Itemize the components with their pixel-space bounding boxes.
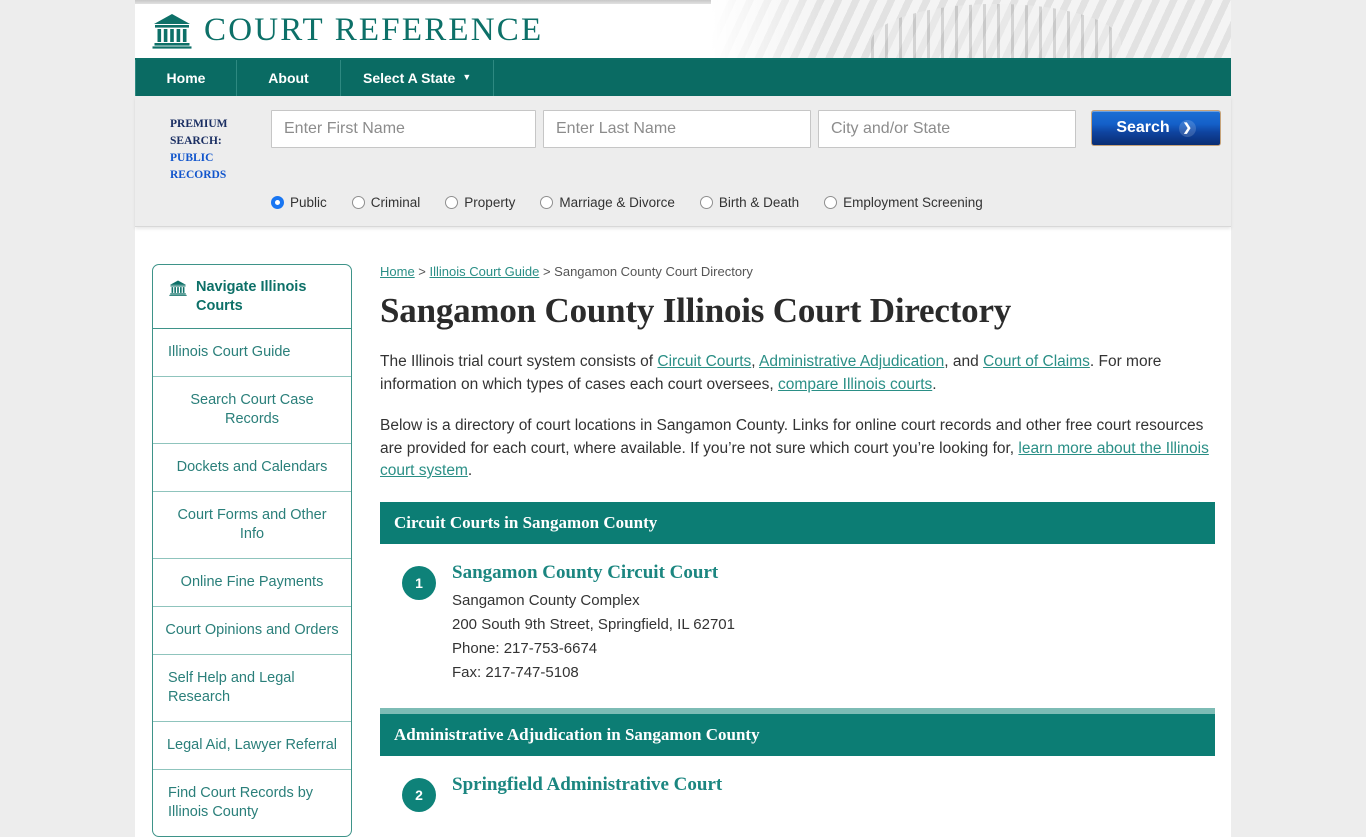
p2-text-2: . [467, 462, 473, 479]
radio-public-label: Public [290, 195, 327, 210]
radio-marriage-divorce-control[interactable] [540, 196, 554, 209]
court-name-link[interactable]: Sangamon County Circuit Court [452, 562, 735, 584]
radio-birth-death-label: Birth & Death [718, 195, 800, 210]
site-header-banner: COURT REFERENCE [135, 0, 1231, 60]
radio-criminal-control[interactable] [351, 196, 365, 209]
radio-public-control[interactable] [271, 196, 284, 209]
link-court-of-claims[interactable]: Court of Claims [983, 353, 1090, 370]
first-name-input[interactable] [271, 110, 536, 148]
premium-search-label-line2: PUBLIC RECORDS [170, 152, 227, 181]
link-compare-illinois-courts[interactable]: compare Illinois courts [778, 376, 932, 393]
breadcrumb-current: Sangamon County Court Directory [554, 264, 753, 279]
radio-employment-screening[interactable]: Employment Screening [824, 195, 983, 210]
court-fax-line: Fax: 217-747-5108 [452, 663, 579, 681]
p1-text-3: , and [944, 353, 984, 370]
sidebar-item-illinois-court-guide[interactable]: Illinois Court Guide [153, 329, 351, 377]
sidebar-header: Navigate Illinois Courts [153, 265, 351, 329]
radio-marriage-divorce-label: Marriage & Divorce [559, 195, 675, 210]
link-circuit-courts[interactable]: Circuit Courts [657, 353, 751, 370]
intro-paragraph-1: The Illinois trial court system consists… [380, 351, 1215, 396]
nav-item-about-label: About [268, 70, 309, 86]
sidebar-item-online-fine-payments[interactable]: Online Fine Payments [153, 559, 351, 607]
court-address-line: Sangamon County Complex [452, 591, 640, 609]
search-button-label: Search [1116, 119, 1170, 136]
radio-birth-death-control[interactable] [699, 196, 713, 209]
radio-criminal-label: Criminal [370, 195, 421, 210]
radio-property[interactable]: Property [445, 195, 515, 210]
sidebar: Navigate Illinois Courts Illinois Court … [152, 264, 352, 837]
court-number-badge: 1 [402, 565, 436, 600]
sidebar-item-search-court-case-records[interactable]: Search Court Case Records [153, 377, 351, 444]
radio-employment-screening-control[interactable] [824, 196, 838, 209]
nav-item-about[interactable]: About [237, 60, 341, 96]
site-logo[interactable]: COURT REFERENCE [152, 12, 543, 49]
page-title: Sangamon County Illinois Court Directory [380, 291, 1012, 330]
sidebar-item-self-help-and-legal-research[interactable]: Self Help and Legal Research [153, 655, 351, 722]
p1-text-5: . [932, 375, 937, 393]
sidebar-item-find-court-records-by-illinois-county[interactable]: Find Court Records by Illinois County [153, 770, 351, 836]
search-fields-row: PREMIUM SEARCH: PUBLIC RECORDS Search ❯ [135, 110, 1231, 184]
radio-public[interactable]: Public [271, 195, 327, 210]
p1-text-1: The Illinois trial court system consists… [380, 353, 658, 370]
section-heading-circuit-courts: Circuit Courts in Sangamon County [380, 501, 1215, 544]
sidebar-item-legal-aid-lawyer-referral[interactable]: Legal Aid, Lawyer Referral [153, 722, 351, 770]
radio-criminal[interactable]: Criminal [351, 195, 421, 210]
radio-employment-screening-label: Employment Screening [843, 195, 983, 210]
breadcrumb: Home > Illinois Court Guide > Sangamon C… [380, 264, 1215, 279]
radio-marriage-divorce[interactable]: Marriage & Divorce [540, 195, 675, 210]
page-content: Navigate Illinois Courts Illinois Court … [135, 227, 1231, 837]
search-inputs: Search ❯ [271, 110, 1221, 148]
premium-search-bar: PREMIUM SEARCH: PUBLIC RECORDS Search ❯ … [135, 96, 1231, 227]
main-column: Home > Illinois Court Guide > Sangamon C… [352, 264, 1231, 837]
section-circuit-courts: Circuit Courts in Sangamon County 1 Sang… [380, 501, 1215, 691]
search-button[interactable]: Search ❯ [1091, 110, 1221, 146]
sidebar-header-label: Navigate Illinois Courts [196, 279, 307, 314]
breadcrumb-sep-1: > [414, 264, 430, 279]
court-number-badge: 2 [402, 777, 436, 812]
p1-text-2: , [751, 353, 760, 370]
section-heading-administrative-adjudication: Administrative Adjudication in Sangamon … [380, 713, 1215, 756]
court-details: Springfield Administrative Court [452, 774, 722, 812]
breadcrumb-link-home[interactable]: Home [380, 264, 415, 279]
premium-search-label-line1: PREMIUM SEARCH: [170, 118, 228, 147]
sidebar-item-court-opinions-and-orders[interactable]: Court Opinions and Orders [153, 607, 351, 655]
page-container: COURT REFERENCE Home About Select A Stat… [135, 0, 1231, 837]
bank-building-icon [169, 280, 187, 296]
bank-building-icon [152, 13, 192, 49]
radio-birth-death[interactable]: Birth & Death [699, 195, 800, 210]
city-state-input[interactable] [818, 110, 1076, 148]
site-title: COURT REFERENCE [204, 12, 544, 48]
main-navigation: Home About Select A State ▼ [135, 60, 1231, 96]
banner-columns-photo [711, 0, 1231, 58]
radio-property-label: Property [464, 195, 516, 210]
link-administrative-adjudication[interactable]: Administrative Adjudication [759, 353, 944, 370]
court-address-line: 200 South 9th Street, Springfield, IL 62… [452, 615, 735, 633]
navigate-illinois-courts-box: Navigate Illinois Courts Illinois Court … [152, 264, 352, 837]
court-phone-line: Phone: 217-753-6674 [452, 639, 598, 657]
breadcrumb-link-illinois-court-guide[interactable]: Illinois Court Guide [430, 264, 540, 279]
radio-property-control[interactable] [445, 196, 459, 209]
intro-paragraph-2: Below is a directory of court locations … [380, 415, 1215, 483]
section-administrative-adjudication: Administrative Adjudication in Sangamon … [380, 707, 1215, 818]
court-entry: 1 Sangamon County Circuit Court Sangamon… [380, 544, 1215, 691]
chevron-down-icon: ▼ [462, 72, 472, 82]
sidebar-item-dockets-and-calendars[interactable]: Dockets and Calendars [153, 444, 351, 492]
last-name-input[interactable] [543, 110, 811, 148]
breadcrumb-sep-2: > [539, 264, 555, 279]
premium-search-label: PREMIUM SEARCH: PUBLIC RECORDS [170, 110, 252, 184]
chevron-right-icon: ❯ [1178, 119, 1196, 137]
court-details: Sangamon County Circuit Court Sangamon C… [452, 562, 735, 685]
court-entry: 2 Springfield Administrative Court [380, 756, 1215, 818]
nav-item-home-label: Home [166, 70, 206, 86]
nav-item-select-a-state[interactable]: Select A State ▼ [341, 60, 495, 96]
search-category-radios: Public Criminal Property Marriage & Divo… [271, 195, 1231, 210]
nav-item-home[interactable]: Home [135, 60, 237, 96]
nav-item-state-label: Select A State [363, 70, 456, 86]
court-name-link[interactable]: Springfield Administrative Court [452, 774, 722, 796]
sidebar-item-court-forms-and-other-info[interactable]: Court Forms and Other Info [153, 492, 351, 559]
